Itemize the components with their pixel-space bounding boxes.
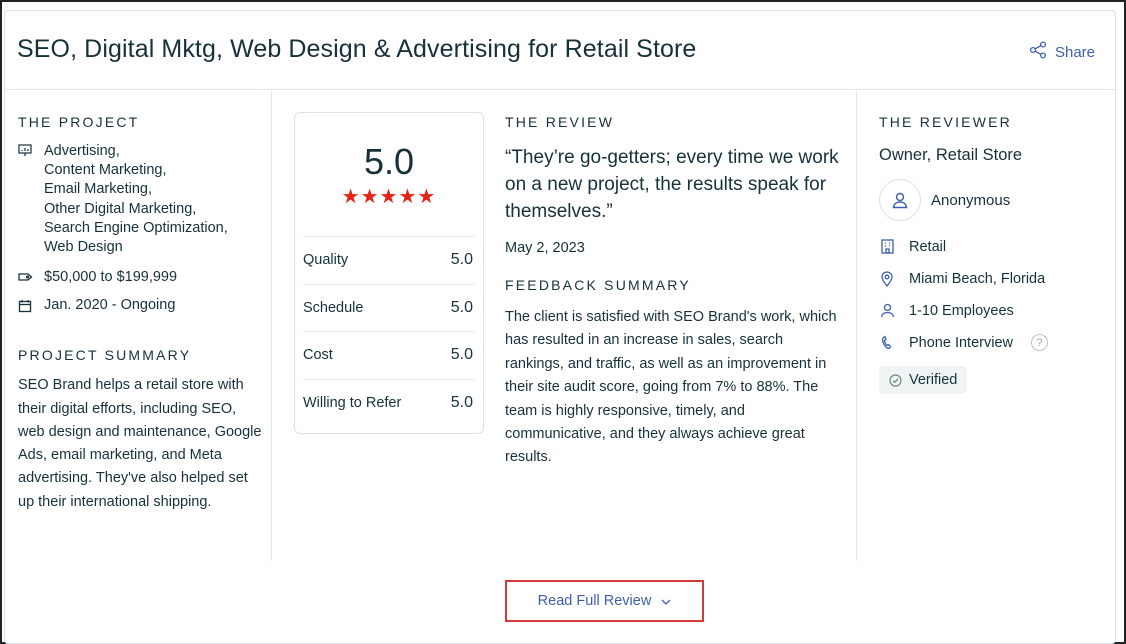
user-icon [892, 192, 908, 209]
reviewer-column: THE REVIEWER Owner, Retail Store Anonymo… [879, 114, 1109, 394]
review-card: SEO, Digital Mktg, Web Design & Advertis… [4, 10, 1117, 644]
budget-text: $50,000 to $199,999 [44, 269, 178, 286]
service-item: Content Marketing, [44, 162, 167, 179]
review-type-text: Phone Interview [909, 334, 1013, 351]
review-quote: “They’re go-getters; every time we work … [505, 147, 839, 222]
rating-breakdown: Quality 5.0 Schedule 5.0 Cost 5.0 Willin… [303, 236, 475, 426]
project-summary-label: PROJECT SUMMARY [18, 347, 192, 364]
price-tag-icon [18, 269, 34, 285]
rating-value: 5.0 [450, 393, 473, 411]
feedback-summary-text: The client is satisfied with SEO Brand's… [505, 309, 837, 466]
share-button[interactable]: Share [1029, 41, 1095, 63]
share-label: Share [1054, 43, 1095, 61]
company-size-row: 1-10 Employees [879, 301, 1109, 320]
rating-value: 5.0 [450, 251, 473, 269]
rating-row-quality: Quality 5.0 [303, 236, 475, 284]
reviewer-section-label: THE REVIEWER [879, 114, 1012, 130]
rating-label: Willing to Refer [303, 394, 402, 411]
location-text: Miami Beach, Florida [909, 270, 1046, 287]
service-item: Advertising, [44, 143, 120, 159]
location-row: Miami Beach, Florida [879, 269, 1109, 288]
project-column: THE PROJECT Advertising, Content Marketi… [18, 114, 263, 514]
reviewer-name: Anonymous [931, 191, 1011, 209]
service-item: Search Engine Optimization, [44, 219, 228, 236]
column-divider [856, 91, 857, 561]
service-item: Other Digital Marketing, [44, 200, 197, 217]
chevron-down-icon [661, 593, 671, 609]
company-size-text: 1-10 Employees [909, 302, 1014, 319]
review-date: May 2, 2023 [505, 240, 585, 256]
review-header: SEO, Digital Mktg, Web Design & Advertis… [5, 11, 1117, 90]
avatar [879, 179, 921, 221]
rating-label: Schedule [303, 299, 364, 316]
reviewer-role: Owner, Retail Store [879, 146, 1023, 164]
location-pin-icon [879, 270, 895, 287]
review-type-row: Phone Interview ? [879, 333, 1109, 352]
verified-badge: Verified [879, 366, 968, 394]
timeline-text: Jan. 2020 - Ongoing [44, 297, 176, 314]
read-full-review-label: Read Full Review [537, 593, 652, 609]
rating-value: 5.0 [450, 346, 473, 364]
reviewer-identity: Anonymous [879, 179, 1109, 221]
read-full-review-button[interactable]: Read Full Review [505, 580, 704, 622]
presentation-icon [18, 142, 34, 257]
building-icon [879, 239, 895, 254]
reviewer-meta: Retail Miami Beach, Florida 1-10 Employe… [879, 237, 1109, 352]
help-icon[interactable]: ? [1030, 334, 1048, 351]
overall-rating: 5.0 [363, 141, 415, 182]
user-icon [879, 303, 895, 318]
star-rating-icon: ★★★★★ [341, 186, 437, 208]
industry-text: Retail [909, 238, 947, 255]
page-frame: SEO, Digital Mktg, Web Design & Advertis… [0, 0, 1126, 644]
review-column: THE REVIEW “They’re go-getters; every ti… [505, 114, 845, 470]
calendar-icon [18, 297, 34, 313]
verified-label: Verified [909, 372, 958, 388]
services-list: Advertising, Content Marketing, Email Ma… [44, 142, 228, 257]
project-section-label: THE PROJECT [18, 114, 140, 130]
industry-row: Retail [879, 237, 1109, 256]
rating-row-cost: Cost 5.0 [303, 331, 475, 379]
budget-row: $50,000 to $199,999 [18, 269, 263, 285]
rating-value: 5.0 [450, 298, 473, 316]
feedback-summary-label: FEEDBACK SUMMARY [505, 277, 691, 293]
service-item: Email Marketing, [44, 181, 152, 198]
services-row: Advertising, Content Marketing, Email Ma… [18, 142, 263, 257]
timeline-row: Jan. 2020 - Ongoing [18, 297, 263, 313]
review-title: SEO, Digital Mktg, Web Design & Advertis… [17, 35, 697, 63]
phone-icon [879, 335, 895, 350]
rating-row-willing-to-refer: Willing to Refer 5.0 [303, 378, 475, 427]
check-circle-icon [889, 373, 902, 387]
column-divider [271, 91, 272, 561]
rating-label: Cost [303, 347, 333, 364]
share-icon [1029, 41, 1047, 63]
project-summary-text: SEO Brand helps a retail store with thei… [18, 377, 262, 510]
rating-box: 5.0 ★★★★★ Quality 5.0 Schedule 5.0 Cost … [294, 112, 484, 434]
service-item: Web Design [44, 239, 123, 256]
rating-label: Quality [303, 252, 349, 269]
review-section-label: THE REVIEW [505, 114, 615, 130]
rating-row-schedule: Schedule 5.0 [303, 283, 475, 332]
